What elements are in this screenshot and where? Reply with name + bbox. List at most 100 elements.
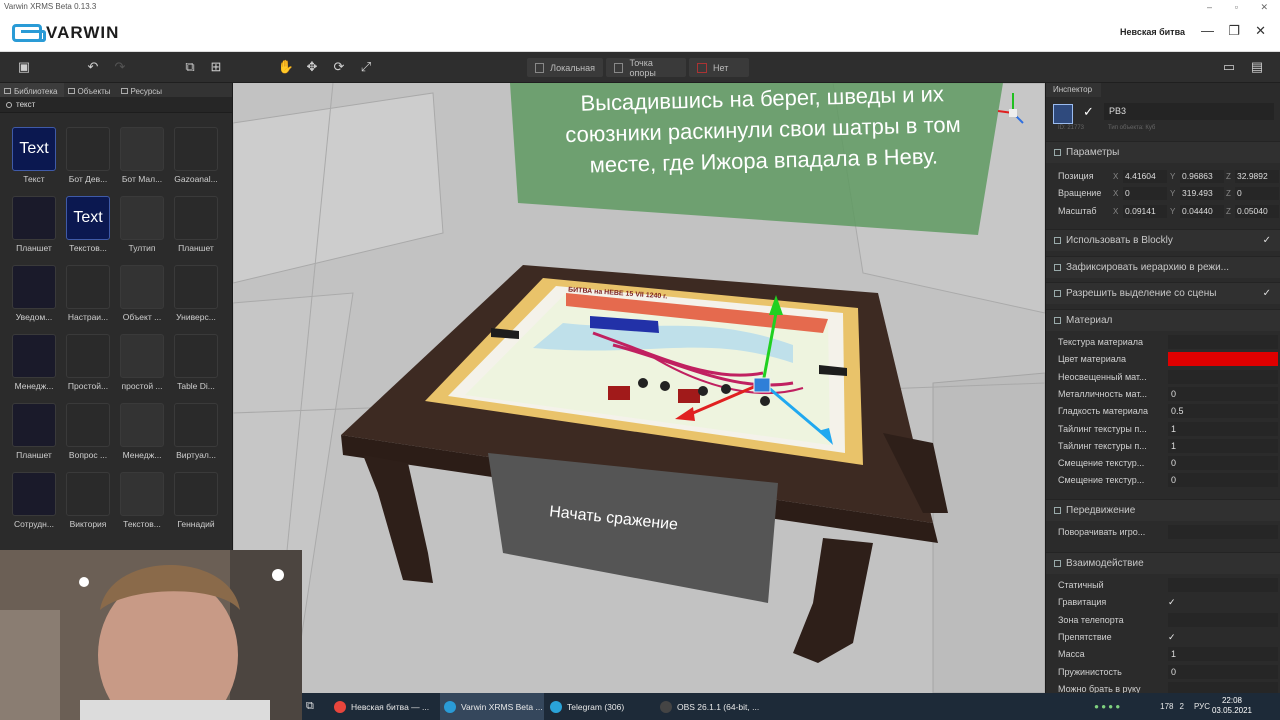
rotate-icon[interactable]: ⟳ <box>329 57 349 77</box>
clock[interactable]: 22:08 03.05.2021 <box>1212 696 1252 716</box>
toggle-blockly[interactable]: Использовать в Blockly ✓ <box>1046 229 1280 251</box>
library-item[interactable]: Планшет <box>4 399 60 463</box>
blockly-checkbox[interactable]: ✓ <box>1263 230 1271 252</box>
library-item[interactable]: Виктория <box>58 468 114 532</box>
property-value[interactable]: 0.5 <box>1168 404 1278 419</box>
active-check-icon[interactable]: ✓ <box>1083 104 1094 120</box>
library-item[interactable]: Тултип <box>112 192 168 256</box>
space-toggle[interactable]: Локальная <box>527 58 603 77</box>
library-item[interactable]: Менедж... <box>112 399 168 463</box>
scene-viewport[interactable]: Высадившись на берег, шведы и их союзник… <box>233 83 1045 693</box>
property-value[interactable] <box>1168 352 1278 367</box>
preview-icon[interactable]: ▤ <box>1247 57 1267 77</box>
property-value[interactable]: ✓ <box>1168 594 1180 611</box>
inspector-tab[interactable]: Инспектор <box>1046 83 1101 97</box>
property-value[interactable] <box>1168 681 1278 693</box>
library-item[interactable]: Геннадий <box>166 468 222 532</box>
tray-icons[interactable]: ● ● ● ● <box>1094 702 1120 711</box>
position-z-field[interactable]: 32.9892 <box>1235 170 1279 183</box>
library-item[interactable]: Бот Мал... <box>112 123 168 187</box>
library-item[interactable]: Бот Дев... <box>58 123 114 187</box>
library-item[interactable]: Уведом... <box>4 261 60 325</box>
save-icon[interactable]: ▣ <box>14 57 34 77</box>
duplicate-icon[interactable]: ⊞ <box>206 57 226 77</box>
library-search-input[interactable]: текст <box>0 97 232 113</box>
section-parameters[interactable]: Параметры <box>1046 141 1280 163</box>
tab-resources[interactable]: Ресурсы <box>117 83 169 97</box>
library-item[interactable]: простой ... <box>112 330 168 394</box>
property-value[interactable] <box>1168 525 1278 539</box>
taskbar-task[interactable]: Varwin XRMS Beta ... <box>440 693 544 720</box>
library-item[interactable]: Планшет <box>4 192 60 256</box>
scale-icon[interactable]: ⤢ <box>356 57 376 77</box>
task-view-icon[interactable]: ⧉ <box>302 693 326 720</box>
vr-icon[interactable]: ▭ <box>1219 57 1239 77</box>
property-value[interactable] <box>1168 369 1278 384</box>
allow-select-checkbox[interactable]: ✓ <box>1263 283 1271 305</box>
section-material[interactable]: Материал <box>1046 309 1280 331</box>
property-value[interactable]: ✓ <box>1168 629 1180 646</box>
cube-icon <box>1053 104 1073 124</box>
rotation-x-field[interactable]: 0 <box>1123 187 1167 200</box>
close-button[interactable]: ✕ <box>1255 23 1266 39</box>
tray-count: 178 <box>1160 702 1174 711</box>
move-icon[interactable]: ✥ <box>302 57 322 77</box>
library-item[interactable]: Виртуал... <box>166 399 222 463</box>
object-name-field[interactable]: PB3 <box>1104 103 1274 120</box>
library-item[interactable]: Text Текстов... <box>58 192 114 256</box>
rotation-z-field[interactable]: 0 <box>1235 187 1279 200</box>
library-item[interactable]: Text Текст <box>4 123 60 187</box>
snap-toggle[interactable]: Нет <box>689 58 749 77</box>
section-movement[interactable]: Передвижение <box>1046 499 1280 521</box>
library-item[interactable]: Вопрос ... <box>58 399 114 463</box>
library-item[interactable]: Сотрудн... <box>4 468 60 532</box>
position-x-field[interactable]: 4.41604 <box>1123 170 1167 183</box>
property-value[interactable]: 0 <box>1168 386 1278 401</box>
restore-button[interactable]: ❐ <box>1228 23 1240 39</box>
position-row: Позиция X 4.41604 Y 0.96863 Z 32.9892 <box>1058 168 1280 185</box>
library-item[interactable]: Менедж... <box>4 330 60 394</box>
property-value[interactable]: 1 <box>1168 421 1278 436</box>
library-item[interactable]: Gazoanal... <box>166 123 222 187</box>
taskbar-task[interactable]: Невская битва — ... <box>330 693 436 720</box>
library-item[interactable]: Планшет <box>166 192 222 256</box>
scale-y-field[interactable]: 0.04440 <box>1180 205 1224 218</box>
property-value[interactable]: 1 <box>1168 647 1278 662</box>
tab-objects[interactable]: Объекты <box>64 83 117 97</box>
undo-icon[interactable]: ↶ <box>83 57 103 77</box>
rotation-y-field[interactable]: 319.493 <box>1180 187 1224 200</box>
os-close-button[interactable]: ✕ <box>1260 0 1268 14</box>
property-value[interactable] <box>1168 335 1278 349</box>
tab-library[interactable]: Библиотека <box>0 83 64 97</box>
library-item[interactable]: Универс... <box>166 261 222 325</box>
property-value[interactable]: 0 <box>1168 473 1278 488</box>
property-value[interactable]: 1 <box>1168 438 1278 453</box>
property-value[interactable] <box>1168 578 1278 592</box>
hand-icon[interactable]: ✋ <box>276 57 296 77</box>
taskbar-task[interactable]: Telegram (306) <box>546 693 650 720</box>
minimize-button[interactable]: — <box>1201 23 1214 38</box>
property-value[interactable]: 0 <box>1168 456 1278 471</box>
library-item[interactable]: Текстов... <box>112 468 168 532</box>
os-minimize-button[interactable]: – <box>1207 0 1212 14</box>
pivot-toggle[interactable]: Точка опоры <box>606 58 686 78</box>
scale-x-field[interactable]: 0.09141 <box>1123 205 1167 218</box>
taskbar-task[interactable]: OBS 26.1.1 (64-bit, ... <box>656 693 760 720</box>
redo-icon[interactable]: ↷ <box>110 57 130 77</box>
library-item[interactable]: Объект ... <box>112 261 168 325</box>
property-value[interactable]: 0 <box>1168 664 1278 679</box>
library-item[interactable]: Настраи... <box>58 261 114 325</box>
copy-icon[interactable]: ⧉ <box>180 57 200 77</box>
toggle-lock-hierarchy[interactable]: Зафиксировать иерархию в режи... <box>1046 256 1280 278</box>
section-interaction[interactable]: Взаимодействие <box>1046 552 1280 574</box>
library-item[interactable]: Table Di... <box>166 330 222 394</box>
library-item-thumbnail: Text <box>66 196 110 240</box>
scale-z-field[interactable]: 0.05040 <box>1235 205 1279 218</box>
axis-y-label: Y <box>1170 207 1176 216</box>
os-maximize-button[interactable]: ▫ <box>1235 0 1238 14</box>
language-indicator[interactable]: РУС <box>1194 702 1210 711</box>
library-item[interactable]: Простой... <box>58 330 114 394</box>
position-y-field[interactable]: 0.96863 <box>1180 170 1224 183</box>
toggle-allow-select[interactable]: Разрешить выделение со сцены ✓ <box>1046 282 1280 304</box>
property-value[interactable] <box>1168 612 1278 627</box>
